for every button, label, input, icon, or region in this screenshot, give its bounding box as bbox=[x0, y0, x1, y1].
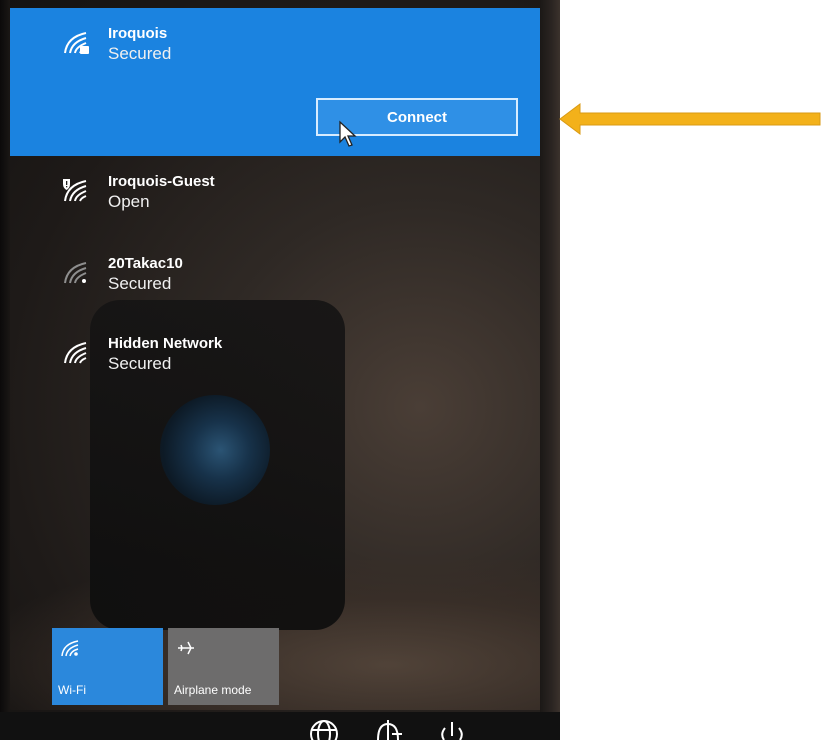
wifi-secured-icon bbox=[64, 32, 89, 54]
airplane-tile-label: Airplane mode bbox=[174, 683, 252, 697]
network-name: 20Takac10 bbox=[108, 255, 183, 272]
network-item-iroquois-guest[interactable]: Iroquois-Guest Open bbox=[62, 172, 215, 213]
wifi-icon bbox=[64, 342, 87, 364]
wifi-icon bbox=[61, 640, 79, 657]
network-name: Hidden Network bbox=[108, 335, 223, 352]
airplane-mode-tile[interactable]: Airplane mode bbox=[168, 628, 279, 705]
airplane-icon bbox=[178, 641, 194, 655]
network-status: Secured bbox=[108, 274, 172, 293]
wifi-shield-warning-icon bbox=[63, 179, 87, 202]
power-icon[interactable] bbox=[436, 718, 468, 740]
annotation-arrow-icon bbox=[559, 103, 821, 135]
wifi-toggle-tile[interactable]: Wi-Fi bbox=[52, 628, 163, 705]
network-name: Iroquois bbox=[108, 25, 168, 42]
globe-icon[interactable] bbox=[308, 718, 340, 740]
network-item-20takac10[interactable]: 20Takac10 Secured bbox=[62, 254, 183, 295]
screen-bezel-left bbox=[0, 0, 10, 740]
shield-arrow-icon[interactable] bbox=[372, 718, 404, 740]
network-status: Secured bbox=[108, 44, 172, 63]
mouse-cursor-icon bbox=[339, 120, 357, 147]
wifi-tile-label: Wi-Fi bbox=[58, 683, 86, 697]
network-flyout-photo: Iroquois Secured Connect Iroquois-Guest … bbox=[0, 0, 560, 740]
network-status: Open bbox=[108, 192, 150, 211]
network-item-hidden-network[interactable]: Hidden Network Secured bbox=[62, 334, 222, 375]
wifi-weak-icon bbox=[64, 262, 87, 284]
background-reflection-lens bbox=[160, 395, 270, 505]
screen-bezel-bottom bbox=[0, 712, 560, 740]
network-name: Iroquois-Guest bbox=[108, 173, 215, 190]
network-item-iroquois[interactable]: Iroquois Secured bbox=[62, 24, 171, 65]
screen-bezel-right bbox=[540, 0, 560, 740]
network-status: Secured bbox=[108, 354, 172, 373]
